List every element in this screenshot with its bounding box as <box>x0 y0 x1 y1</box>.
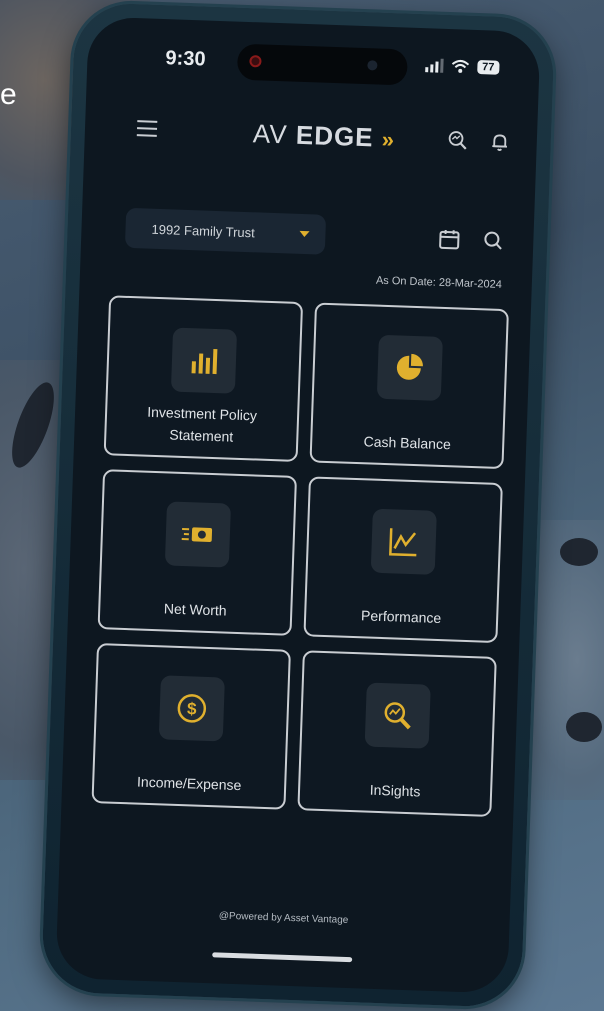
app-header: AV EDGE » <box>84 96 538 172</box>
tile-label: Income/Expense <box>136 773 242 794</box>
wifi-icon <box>451 59 469 73</box>
logo-edge-text: EDGE <box>295 119 375 153</box>
tile-income-expense[interactable]: $ Income/Expense <box>91 643 291 810</box>
home-indicator[interactable] <box>212 952 353 963</box>
recording-indicator-icon <box>249 55 262 68</box>
chevron-down-icon <box>299 230 310 238</box>
phone-device: 9:30 77 AV EDGE » 1992 Family Trust As O… <box>40 1 556 1009</box>
tile-label: Cash Balance <box>363 433 452 453</box>
tile-performance[interactable]: Performance <box>303 476 503 644</box>
app-logo: AV EDGE » <box>252 118 395 154</box>
camera-icon <box>367 60 378 71</box>
cash-icon <box>164 501 232 568</box>
search-icon[interactable] <box>481 228 506 253</box>
powered-by-footer: @Powered by Asset Vantage <box>218 910 349 927</box>
phone-screen: 9:30 77 AV EDGE » 1992 Family Trust As O… <box>55 16 541 994</box>
entity-dropdown-value: 1992 Family Trust <box>151 221 256 240</box>
as-on-date-label: As On Date: 28-Mar-2024 <box>375 274 503 291</box>
calendar-icon[interactable] <box>437 227 462 252</box>
tile-label: InSights <box>369 781 421 800</box>
line-chart-icon <box>370 508 437 575</box>
pie-chart-icon <box>376 334 443 401</box>
dashboard-tiles-grid: Investment Policy Statement Cash Balance <box>91 295 509 817</box>
logo-av-text: AV <box>252 118 289 150</box>
signal-icon <box>424 58 444 73</box>
tile-investment-policy-statement[interactable]: Investment Policy Statement <box>103 295 304 462</box>
bar-chart-icon <box>170 327 238 394</box>
tile-label: Investment Policy Statement <box>147 403 258 445</box>
svg-text:$: $ <box>187 699 198 718</box>
battery-icon: 77 <box>476 59 500 75</box>
dynamic-island <box>236 43 408 86</box>
tile-net-worth[interactable]: Net Worth <box>97 469 298 636</box>
status-icons: 77 <box>424 58 500 75</box>
logo-arrows-icon: » <box>381 126 396 153</box>
status-bar: 9:30 77 <box>86 16 540 102</box>
magnify-chart-icon <box>364 682 431 749</box>
tile-label: Net Worth <box>163 600 227 619</box>
dollar-coin-icon: $ <box>158 675 225 742</box>
tile-label: Performance <box>360 607 442 627</box>
tile-cash-balance[interactable]: Cash Balance <box>309 302 509 470</box>
entity-dropdown[interactable]: 1992 Family Trust <box>124 207 327 255</box>
fingernail-right-lower <box>566 712 602 742</box>
tile-insights[interactable]: InSights <box>297 650 497 817</box>
status-time: 9:30 <box>165 47 206 71</box>
fingernail-right-upper <box>560 538 598 566</box>
background-text-fragment: e <box>0 78 17 111</box>
search-insights-icon[interactable] <box>446 129 469 152</box>
bell-icon[interactable] <box>488 130 511 153</box>
hamburger-menu-icon[interactable] <box>136 120 158 137</box>
